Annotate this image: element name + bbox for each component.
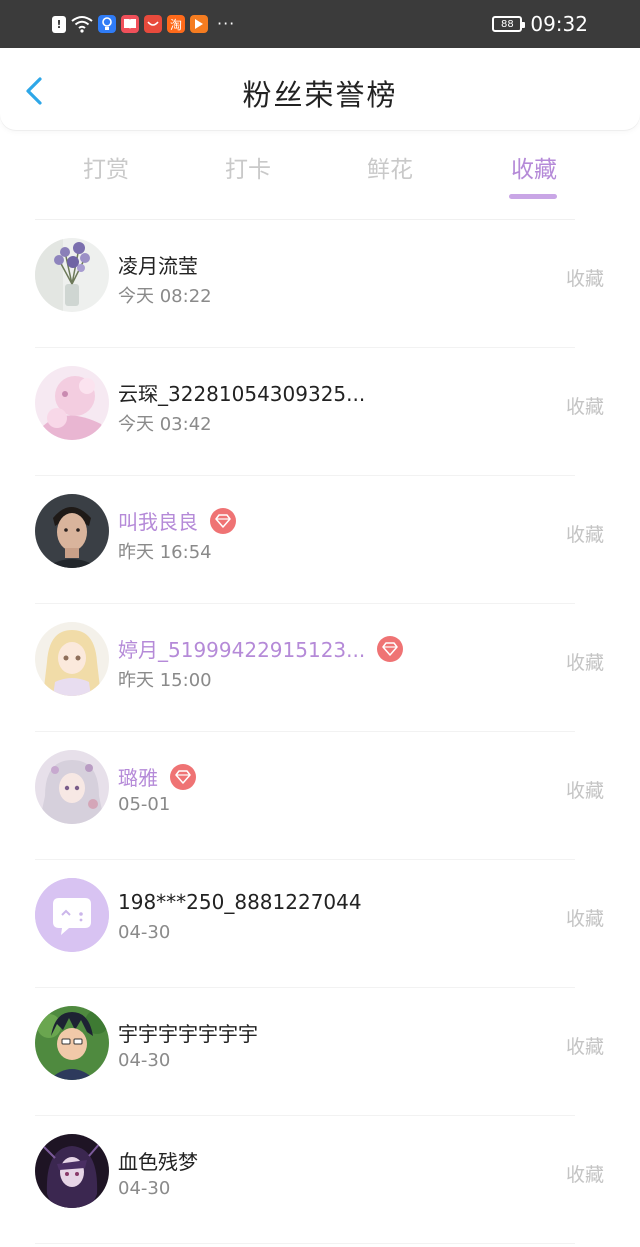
ranking-tabs: 打赏 打卡 鲜花 收藏 bbox=[35, 136, 605, 220]
fan-action-label: 收藏 bbox=[565, 780, 604, 802]
fan-name: 云琛_32281054309325... bbox=[118, 382, 366, 406]
fan-time: 04-30 bbox=[118, 1178, 171, 1199]
fan-name-line: 宇宇宇宇宇宇宇 bbox=[118, 1018, 258, 1047]
list-item[interactable]: 凌月流莹 今天 08:22 收藏 bbox=[0, 220, 640, 348]
taobao-app-icon: 淘 bbox=[167, 15, 185, 33]
alert-icon: ! bbox=[52, 15, 66, 33]
wifi-icon bbox=[71, 15, 93, 33]
fan-name-line: 婷月_51999422915123... bbox=[118, 634, 404, 663]
flower-avatar[interactable] bbox=[35, 238, 109, 312]
fan-action-label: 收藏 bbox=[565, 908, 604, 930]
fan-name: 璐雅 bbox=[118, 766, 158, 790]
fan-name: 198***250_8881227044 bbox=[118, 890, 362, 914]
diamond-vip-icon bbox=[210, 507, 236, 534]
blonde-anime-avatar[interactable] bbox=[35, 622, 109, 696]
fan-name: 宇宇宇宇宇宇宇 bbox=[118, 1022, 258, 1046]
fan-time: 今天 08:22 bbox=[118, 286, 212, 307]
clock: 09:32 bbox=[530, 12, 588, 36]
tab-checkin[interactable]: 打卡 bbox=[177, 150, 319, 184]
tab-favorites[interactable]: 收藏 bbox=[463, 150, 605, 184]
fan-name-line: 云琛_32281054309325... bbox=[118, 378, 365, 407]
status-bar: ! 淘 ··· 88 09:32 bbox=[0, 0, 640, 48]
fan-action-label: 收藏 bbox=[565, 524, 604, 546]
fan-list: 凌月流莹 今天 08:22 收藏 云琛_32281054309325... 今天… bbox=[0, 220, 640, 1244]
fan-name: 叫我良良 bbox=[118, 510, 198, 534]
fan-name: 凌月流莹 bbox=[118, 254, 198, 278]
fan-time: 04-30 bbox=[118, 922, 171, 943]
book-app-icon bbox=[121, 15, 139, 33]
fan-name-line: 叫我良良 bbox=[118, 506, 236, 535]
list-item[interactable]: 198***250_8881227044 04-30 收藏 bbox=[0, 860, 640, 988]
fan-time: 昨天 16:54 bbox=[118, 542, 212, 563]
battery-icon: 88 bbox=[492, 16, 526, 32]
status-right: 88 09:32 bbox=[492, 12, 588, 36]
tab-reward[interactable]: 打赏 bbox=[35, 150, 177, 184]
list-item[interactable]: 叫我良良 昨天 16:54 收藏 bbox=[0, 476, 640, 604]
fan-action-label: 收藏 bbox=[565, 652, 604, 674]
list-item[interactable]: 血色残梦 04-30 收藏 bbox=[0, 1116, 640, 1244]
fan-time: 今天 03:42 bbox=[118, 414, 212, 435]
silver-anime-avatar[interactable] bbox=[35, 750, 109, 824]
shop-app-icon bbox=[144, 15, 162, 33]
list-item[interactable]: 婷月_51999422915123... 昨天 15:00 收藏 bbox=[0, 604, 640, 732]
fan-time: 昨天 15:00 bbox=[118, 670, 212, 691]
page-title: 粉丝荣誉榜 bbox=[242, 78, 398, 112]
status-icons: ! 淘 ··· bbox=[52, 12, 235, 36]
bulb-app-icon bbox=[98, 15, 116, 33]
fan-time: 05-01 bbox=[118, 794, 171, 815]
list-item[interactable]: 宇宇宇宇宇宇宇 04-30 收藏 bbox=[0, 988, 640, 1116]
fan-action-label: 收藏 bbox=[565, 1036, 604, 1058]
boy-anime-avatar[interactable] bbox=[35, 1006, 109, 1080]
row-divider bbox=[35, 1243, 575, 1244]
fan-name: 婷月_51999422915123... bbox=[118, 638, 366, 662]
list-item[interactable]: 璐雅 05-01 收藏 bbox=[0, 732, 640, 860]
active-tab-indicator bbox=[509, 194, 557, 199]
list-item[interactable]: 云琛_32281054309325... 今天 03:42 收藏 bbox=[0, 348, 640, 476]
more-notifications-icon: ··· bbox=[217, 14, 236, 33]
fan-name-line: 198***250_8881227044 bbox=[118, 890, 362, 914]
tab-flowers[interactable]: 鲜花 bbox=[319, 150, 461, 184]
top-app-bar: 粉丝荣誉榜 bbox=[0, 48, 640, 130]
default-chat-avatar[interactable] bbox=[35, 878, 109, 952]
fan-name-line: 璐雅 bbox=[118, 762, 196, 791]
fan-action-label: 收藏 bbox=[565, 1164, 604, 1186]
fan-action-label: 收藏 bbox=[565, 268, 604, 290]
fan-name-line: 血色残梦 bbox=[118, 1146, 198, 1175]
diamond-vip-icon bbox=[377, 635, 404, 662]
pink-anime-avatar[interactable] bbox=[35, 366, 109, 440]
video-app-icon bbox=[190, 15, 208, 33]
fan-time: 04-30 bbox=[118, 1050, 171, 1071]
fan-name-line: 凌月流莹 bbox=[118, 250, 198, 279]
fan-action-label: 收藏 bbox=[565, 396, 604, 418]
fan-name: 血色残梦 bbox=[118, 1150, 198, 1174]
dark-anime-avatar[interactable] bbox=[35, 1134, 109, 1208]
diamond-vip-icon bbox=[170, 763, 196, 790]
man-portrait-avatar[interactable] bbox=[35, 494, 109, 568]
